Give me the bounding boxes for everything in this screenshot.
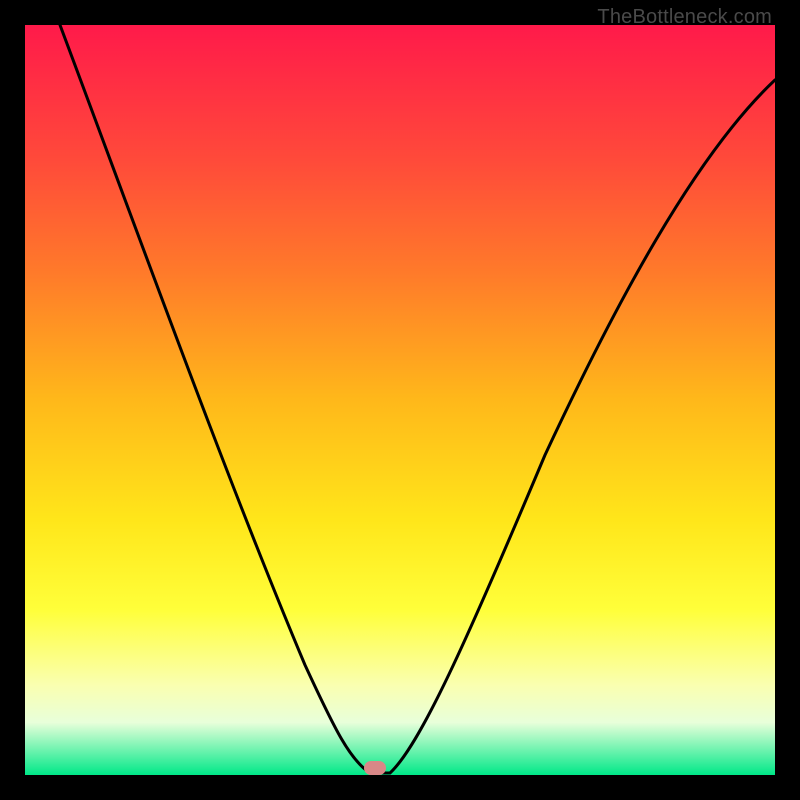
curve-path: [60, 25, 775, 773]
chart-frame: TheBottleneck.com: [0, 0, 800, 800]
plot-area: [25, 25, 775, 775]
optimum-marker: [364, 761, 386, 775]
bottleneck-curve: [25, 25, 775, 775]
